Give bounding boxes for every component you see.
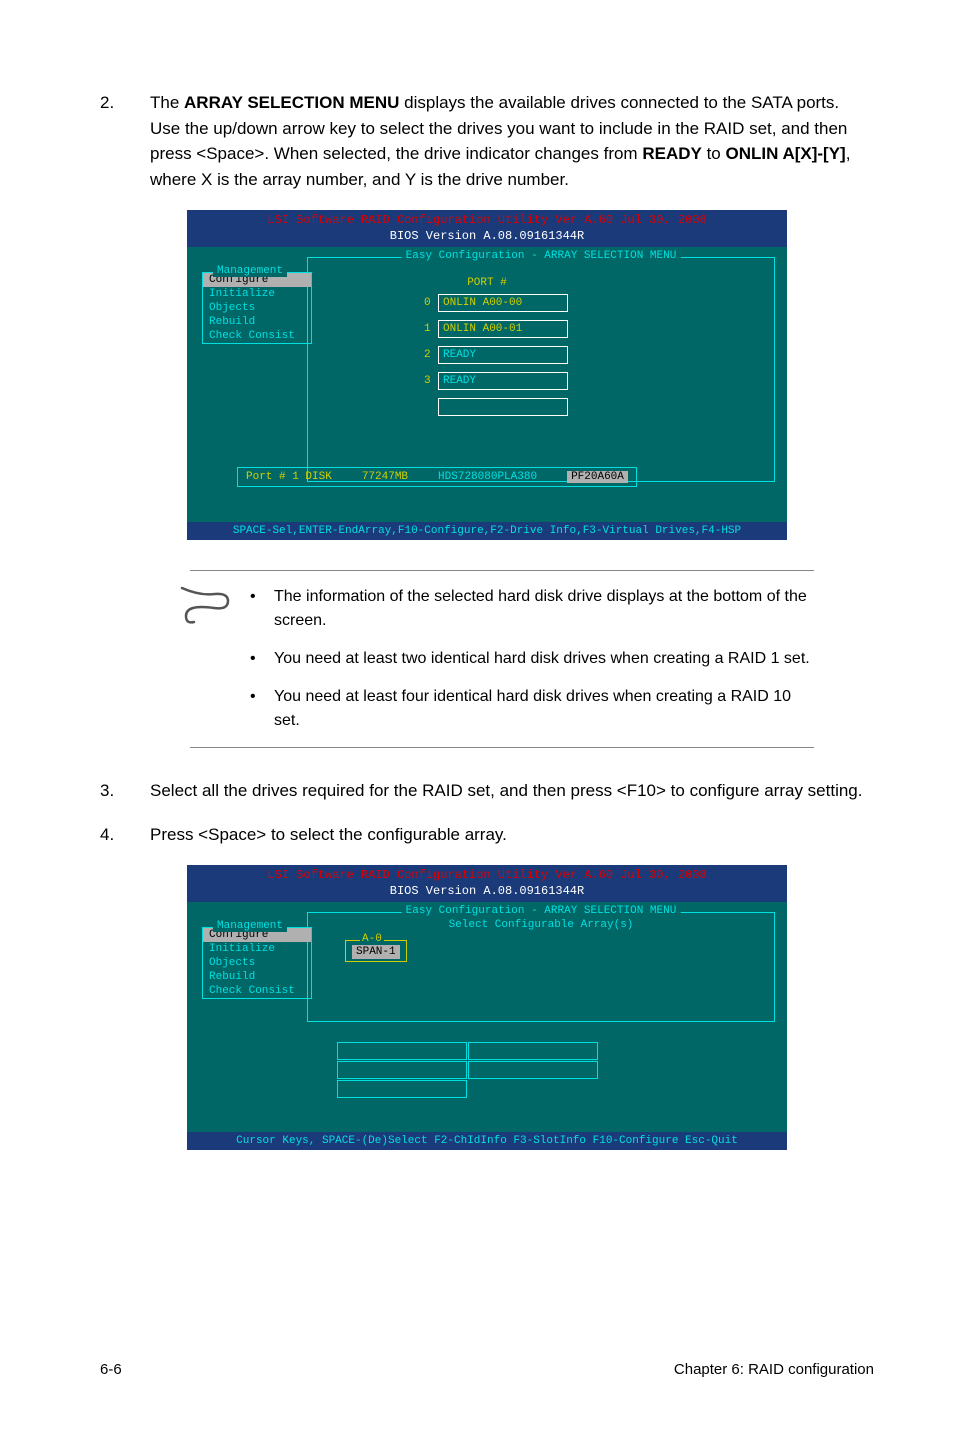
step-number: 2. — [100, 90, 150, 192]
drive-box: READY — [438, 372, 568, 390]
port-info: Port # 1 DISK 77247MB HDS728080PLA380 PF… — [237, 467, 637, 487]
bullet: • — [250, 685, 274, 733]
note-text: You need at least two identical hard dis… — [274, 647, 810, 671]
drive-row — [424, 398, 568, 416]
menu-title: Management — [213, 920, 287, 932]
header-line2: BIOS Version A.08.09161344R — [390, 884, 584, 898]
frame-subtitle: Select Configurable Array(s) — [445, 919, 638, 931]
terminal-body: Easy Configuration - ARRAY SELECTION MEN… — [187, 902, 787, 1132]
management-menu: Management Configure Initialize Objects … — [202, 927, 312, 999]
ghost-box — [468, 1061, 598, 1079]
chapter-label: Chapter 6: RAID configuration — [674, 1361, 874, 1378]
ghost-drive-grid — [337, 1042, 598, 1098]
drive-index: 3 — [424, 375, 438, 387]
step-2: 2. The ARRAY SELECTION MENU displays the… — [100, 90, 874, 192]
drive-row: 1 ONLIN A00-01 — [424, 320, 568, 338]
note-item: • You need at least two identical hard d… — [250, 647, 814, 671]
text-bold: ONLIN A[X]-[Y] — [725, 144, 845, 163]
terminal-header: LSI Software RAID Configuration Utility … — [187, 210, 787, 247]
terminal-footer: Cursor Keys, SPACE-(De)Select F2-ChIdInf… — [187, 1132, 787, 1150]
ghost-box — [468, 1042, 598, 1060]
drive-index: 0 — [424, 297, 438, 309]
array-selection-frame: Easy Configuration - ARRAY SELECTION MEN… — [307, 257, 775, 482]
terminal-screenshot-2: LSI Software RAID Configuration Utility … — [187, 865, 787, 1150]
page-number: 6-6 — [100, 1361, 122, 1378]
menu-item: Check Consist — [203, 329, 311, 343]
note-icon — [180, 586, 230, 631]
drive-box: READY — [438, 346, 568, 364]
step-4: 4. Press <Space> to select the configura… — [100, 822, 874, 848]
menu-item: Rebuild — [203, 315, 311, 329]
menu-item: Check Consist — [203, 984, 311, 998]
menu-item: Objects — [203, 956, 311, 970]
step-number: 4. — [100, 822, 150, 848]
frame-title: Easy Configuration - ARRAY SELECTION MEN… — [402, 250, 681, 262]
step-body: Select all the drives required for the R… — [150, 778, 874, 804]
drive-row: 3 READY — [424, 372, 568, 390]
span-box: A-0 SPAN-1 — [345, 940, 407, 962]
span-value: SPAN-1 — [352, 945, 400, 959]
step-3: 3. Select all the drives required for th… — [100, 778, 874, 804]
drive-box: ONLIN A00-00 — [438, 294, 568, 312]
text: to — [702, 144, 726, 163]
menu-item: Rebuild — [203, 970, 311, 984]
page-footer: 6-6 Chapter 6: RAID configuration — [100, 1361, 874, 1378]
port-header: PORT # — [467, 277, 507, 289]
management-menu: Management Configure Initialize Objects … — [202, 272, 312, 344]
bullet: • — [250, 585, 274, 633]
text-bold: ARRAY SELECTION MENU — [184, 93, 399, 112]
header-line2: BIOS Version A.08.09161344R — [390, 229, 584, 243]
terminal-footer: SPACE-Sel,ENTER-EndArray,F10-Configure,F… — [187, 522, 787, 540]
note-item: • You need at least four identical hard … — [250, 685, 814, 733]
bullet: • — [250, 647, 274, 671]
port-model: HDS728080PLA380 — [438, 471, 537, 483]
ghost-box — [337, 1080, 467, 1098]
step-body: The ARRAY SELECTION MENU displays the av… — [150, 90, 874, 192]
note-text: You need at least four identical hard di… — [274, 685, 814, 733]
note-text: The information of the selected hard dis… — [274, 585, 814, 633]
header-line1: LSI Software RAID Configuration Utility … — [267, 213, 706, 227]
text-bold: READY — [642, 144, 702, 163]
terminal-header: LSI Software RAID Configuration Utility … — [187, 865, 787, 902]
menu-item: Initialize — [203, 942, 311, 956]
port-size: 77247MB — [362, 471, 408, 483]
drive-box-empty — [438, 398, 568, 416]
terminal-body: Easy Configuration - ARRAY SELECTION MEN… — [187, 247, 787, 522]
drive-box: ONLIN A00-01 — [438, 320, 568, 338]
step-number: 3. — [100, 778, 150, 804]
array-selection-frame: Easy Configuration - ARRAY SELECTION MEN… — [307, 912, 775, 1022]
menu-item: Objects — [203, 301, 311, 315]
port-firmware: PF20A60A — [567, 471, 628, 483]
span-title: A-0 — [360, 933, 384, 945]
note-item: • The information of the selected hard d… — [250, 585, 814, 633]
step-body: Press <Space> to select the configurable… — [150, 822, 874, 848]
ghost-box — [337, 1042, 467, 1060]
text: The — [150, 93, 184, 112]
port-label: Port # 1 DISK — [246, 471, 332, 483]
drive-index: 2 — [424, 349, 438, 361]
drive-index: 1 — [424, 323, 438, 335]
menu-item: Initialize — [203, 287, 311, 301]
ghost-box — [337, 1061, 467, 1079]
terminal-screenshot-1: LSI Software RAID Configuration Utility … — [187, 210, 787, 540]
note-block: • The information of the selected hard d… — [190, 570, 814, 748]
drive-row: 0 ONLIN A00-00 — [424, 294, 568, 312]
header-line1: LSI Software RAID Configuration Utility … — [267, 868, 706, 882]
menu-title: Management — [213, 265, 287, 277]
frame-title: Easy Configuration - ARRAY SELECTION MEN… — [402, 905, 681, 917]
drive-row: 2 READY — [424, 346, 568, 364]
